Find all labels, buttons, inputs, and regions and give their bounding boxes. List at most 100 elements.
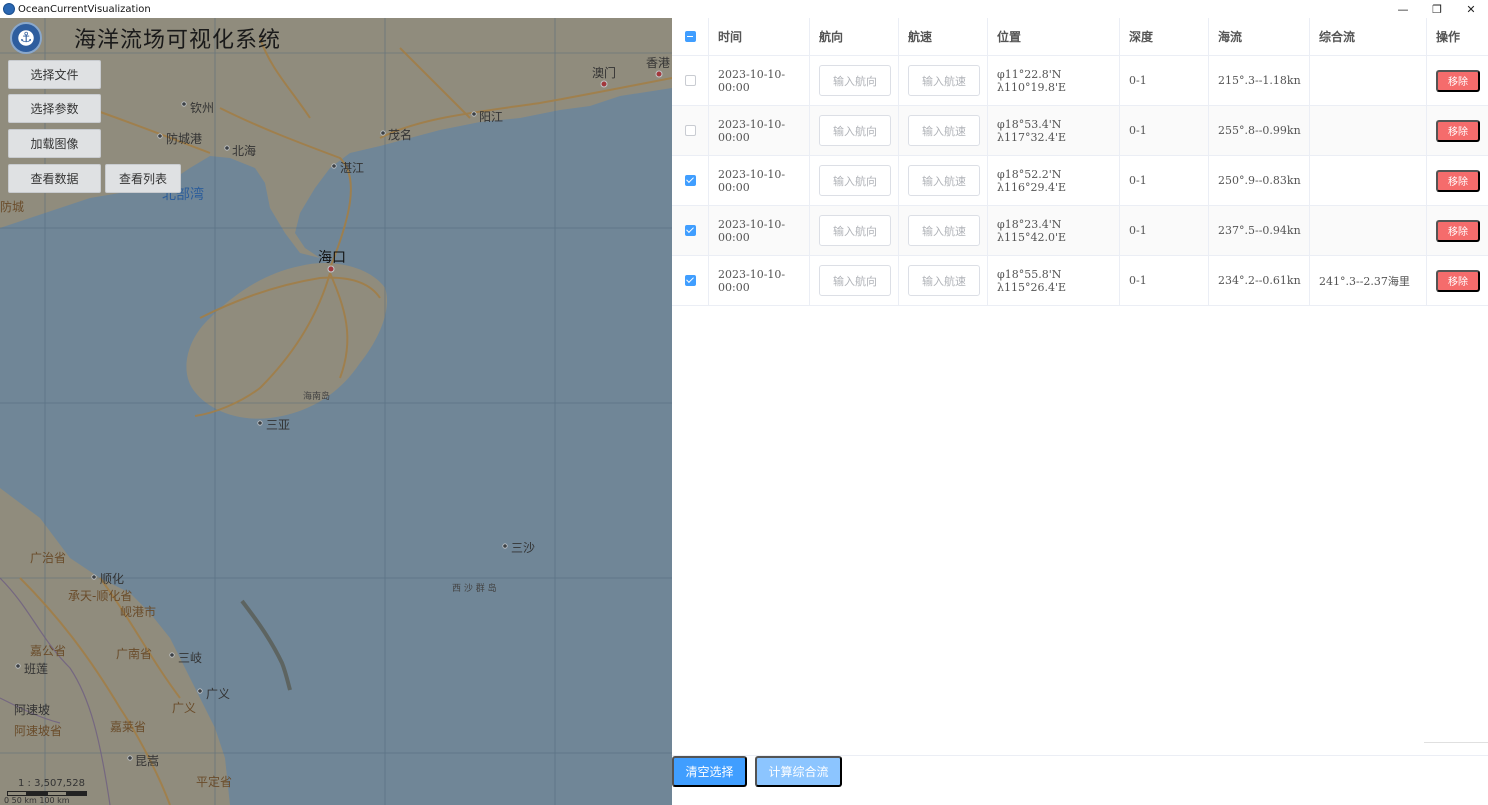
header-time: 时间 [709, 18, 810, 55]
cell-speed: 输入航速 [899, 206, 988, 255]
remove-button[interactable]: 移除 [1436, 269, 1480, 292]
row-checkbox[interactable] [684, 225, 696, 236]
map-label-qinzhou: 钦州 [190, 101, 215, 115]
cell-speed: 输入航速 [899, 106, 988, 155]
table-row: 2023-10-10-00:00 输入航向 输入航速 φ18°53.4'N λ1… [672, 106, 1488, 156]
remove-button[interactable]: 移除 [1436, 219, 1480, 242]
cell-action: 移除 [1427, 156, 1488, 205]
brand-header: ⚓ 海洋流场可视化系统 [10, 21, 281, 55]
cell-heading: 输入航向 [810, 206, 899, 255]
cell-position: φ18°55.8'N λ115°26.4'E [988, 256, 1120, 305]
cell-current: 250°.9--0.83kn [1209, 156, 1310, 205]
header-heading: 航向 [810, 18, 899, 55]
map-label-macau: 澳门 [592, 66, 617, 80]
map-label-guangyi-prov: 广义 [172, 701, 197, 715]
heading-input[interactable]: 输入航向 [819, 215, 891, 246]
cell-action: 移除 [1427, 106, 1488, 155]
select-all-checkbox[interactable] [684, 31, 696, 42]
cell-action: 移除 [1427, 256, 1488, 305]
window-title-bar: OceanCurrentVisualization — ❐ ✕ [0, 0, 1488, 18]
cell-current: 215°.3--1.18kn [1209, 56, 1310, 105]
speed-input[interactable]: 输入航速 [908, 65, 980, 96]
map-label-banlian: 班莲 [24, 662, 49, 676]
map-label-sanqi: 三岐 [178, 651, 203, 665]
cell-current: 255°.8--0.99kn [1209, 106, 1310, 155]
window-controls: — ❐ ✕ [1386, 0, 1488, 18]
speed-input[interactable]: 输入航速 [908, 265, 980, 296]
row-checkbox[interactable] [684, 75, 696, 86]
row-checkbox-cell[interactable] [672, 206, 709, 255]
cell-action: 移除 [1427, 206, 1488, 255]
clear-selection-button[interactable]: 清空选择 [672, 756, 747, 787]
cell-heading: 输入航向 [810, 256, 899, 305]
row-checkbox-cell[interactable] [672, 256, 709, 305]
map-label-shunhua: 顺化 [100, 572, 125, 586]
horizontal-scrollbar[interactable] [1424, 742, 1488, 743]
header-current: 海流 [1209, 18, 1310, 55]
heading-input[interactable]: 输入航向 [819, 265, 891, 296]
map-label-beihai: 北海 [232, 144, 257, 158]
map-label-guangzhi: 广治省 [30, 551, 67, 565]
app-title: 海洋流场可视化系统 [74, 28, 282, 53]
header-checkbox-cell[interactable] [672, 18, 709, 55]
scale-ratio: 1 : 3,507,528 [18, 778, 85, 789]
speed-input[interactable]: 输入航速 [908, 115, 980, 146]
app-logo-icon: ⚓ [10, 22, 42, 54]
map-label-asupo-prov: 阿速坡省 [14, 724, 63, 738]
cell-heading: 输入航向 [810, 156, 899, 205]
cell-position: φ18°23.4'N λ115°42.0'E [988, 206, 1120, 255]
remove-button[interactable]: 移除 [1436, 119, 1480, 142]
header-speed: 航速 [899, 18, 988, 55]
table-row: 2023-10-10-00:00 输入航向 输入航速 φ18°23.4'N λ1… [672, 206, 1488, 256]
heading-input[interactable]: 输入航向 [819, 165, 891, 196]
map-label-yilai: 嘉莱省 [110, 720, 147, 734]
map-label-hongkong: 香港 [646, 56, 671, 70]
table-row: 2023-10-10-00:00 输入航向 输入航速 φ18°55.8'N λ1… [672, 256, 1488, 306]
map-label-xiangshan: 岘港市 [120, 605, 157, 619]
select-params-button[interactable]: 选择参数 [8, 94, 101, 123]
row-checkbox-cell[interactable] [672, 106, 709, 155]
cell-position: φ18°52.2'N λ116°29.4'E [988, 156, 1120, 205]
map-label-fangcheng-west: 防城 [0, 200, 25, 214]
row-checkbox[interactable] [684, 275, 696, 286]
row-checkbox-cell[interactable] [672, 56, 709, 105]
speed-input[interactable]: 输入航速 [908, 165, 980, 196]
map-label-fangchenggang: 防城港 [166, 132, 203, 146]
cell-time: 2023-10-10-00:00 [709, 56, 810, 105]
table-header: 时间 航向 航速 位置 深度 海流 综合流 操作 [672, 18, 1488, 56]
cell-action: 移除 [1427, 56, 1488, 105]
cell-speed: 输入航速 [899, 56, 988, 105]
map-label-sanya: 三亚 [266, 418, 291, 432]
row-checkbox[interactable] [684, 175, 696, 186]
map-label-asupo: 阿速坡 [14, 703, 51, 717]
view-list-button[interactable]: 查看列表 [105, 164, 181, 193]
calc-combined-button[interactable]: 计算综合流 [755, 756, 842, 787]
heading-input[interactable]: 输入航向 [819, 115, 891, 146]
map-scale: 1 : 3,507,528 0 50 km 100 km [4, 778, 87, 805]
map-label-hainan-island: 海南岛 [303, 392, 331, 402]
cell-speed: 输入航速 [899, 256, 988, 305]
map-label-zhanjiang: 湛江 [340, 161, 365, 175]
heading-input[interactable]: 输入航向 [819, 65, 891, 96]
close-icon[interactable]: ✕ [1454, 0, 1488, 18]
map-label-kunsong: 昆嵩 [135, 754, 160, 768]
header-action: 操作 [1436, 30, 1461, 44]
select-file-button[interactable]: 选择文件 [8, 60, 101, 89]
load-image-button[interactable]: 加载图像 [8, 129, 101, 158]
row-checkbox-cell[interactable] [672, 156, 709, 205]
cell-position: φ18°53.4'N λ117°32.4'E [988, 106, 1120, 155]
remove-button[interactable]: 移除 [1436, 169, 1480, 192]
view-data-button[interactable]: 查看数据 [8, 164, 101, 193]
cell-heading: 输入航向 [810, 56, 899, 105]
app-icon [3, 3, 15, 15]
remove-button[interactable]: 移除 [1436, 69, 1480, 92]
header-position: 位置 [988, 18, 1120, 55]
map-view[interactable]: 澳门 香港 钦州 阳江 防城港 北海 茂名 湛江 北部湾 海口 海南岛 三亚 三… [0, 18, 672, 805]
map-label-gongsheng: 嘉公省 [30, 644, 67, 658]
cell-depth: 0-1 [1120, 156, 1209, 205]
minimize-icon[interactable]: — [1386, 0, 1420, 18]
cell-combined [1310, 206, 1427, 255]
restore-icon[interactable]: ❐ [1420, 0, 1454, 18]
speed-input[interactable]: 输入航速 [908, 215, 980, 246]
row-checkbox[interactable] [684, 125, 696, 136]
